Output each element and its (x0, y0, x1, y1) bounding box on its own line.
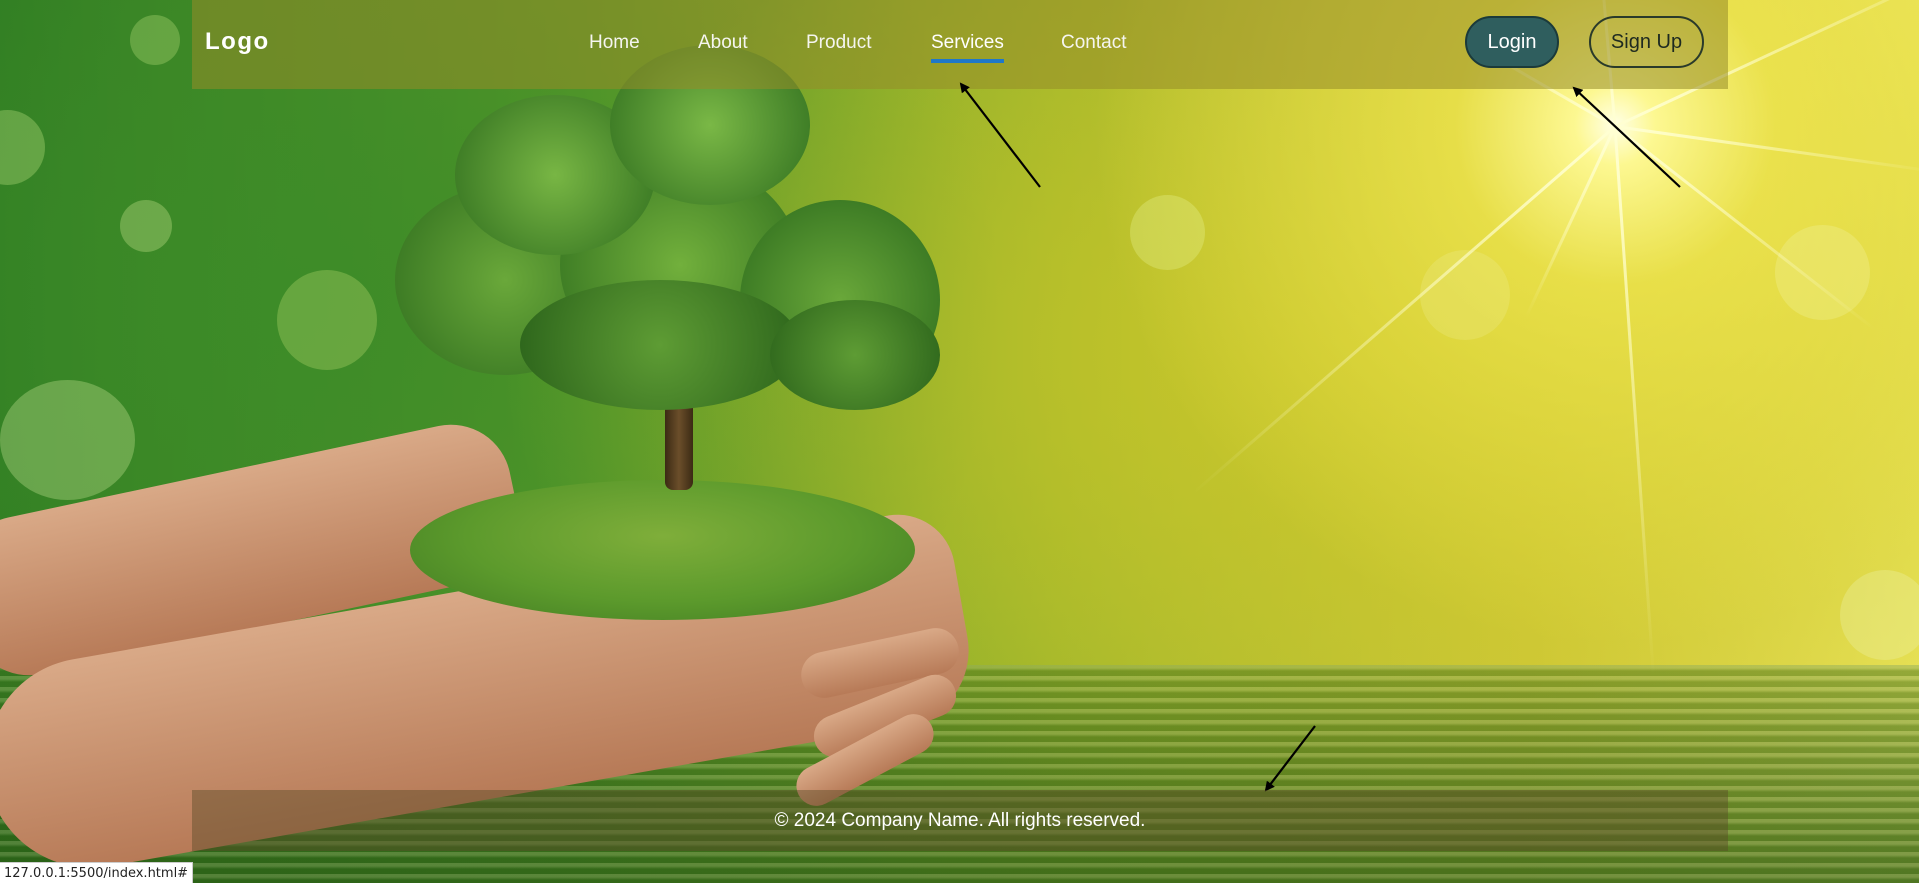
arrow-to-signup (1572, 86, 1681, 188)
arrow-to-footer (1264, 725, 1316, 792)
site-footer: © 2024 Company Name. All rights reserved… (192, 790, 1728, 851)
status-bar-url: 127.0.0.1:5500/index.html# (0, 862, 194, 883)
hero-page: Logo Home About Product Services Contact… (0, 0, 1919, 883)
arrow-to-services (959, 82, 1041, 188)
copyright-text: © 2024 Company Name. All rights reserved… (774, 809, 1146, 831)
annotation-arrows (959, 82, 1681, 792)
